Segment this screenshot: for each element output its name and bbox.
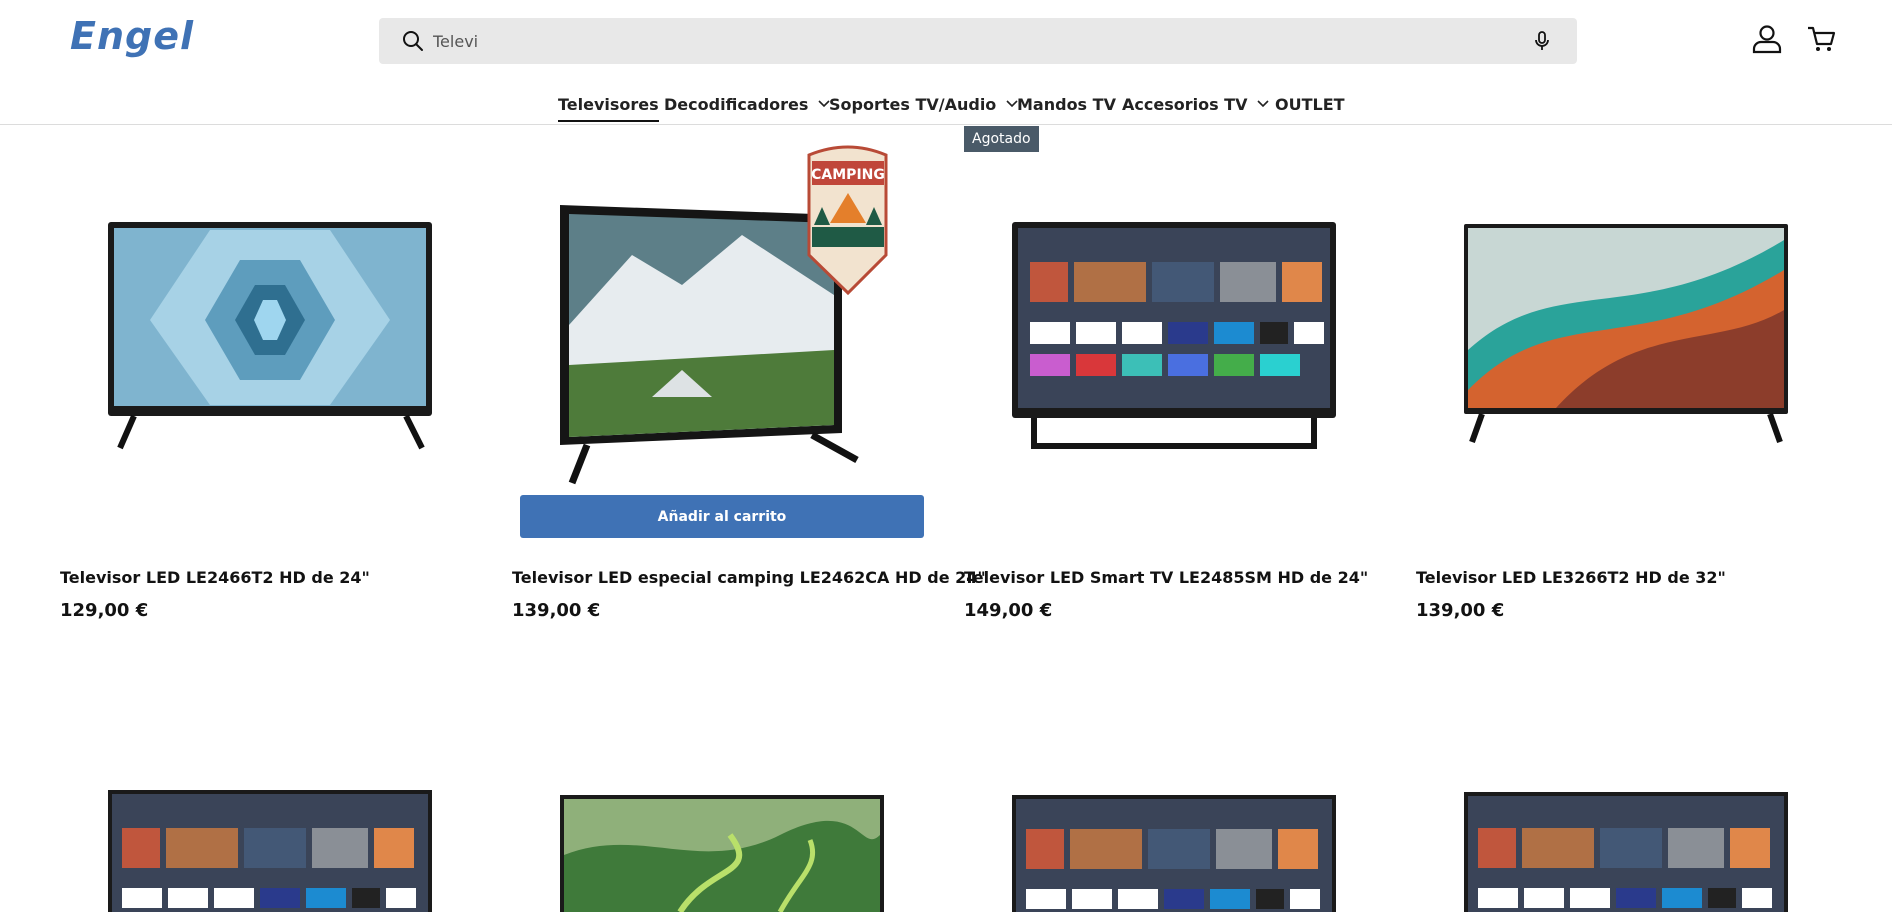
account-icon[interactable] bbox=[1750, 22, 1784, 56]
product-title[interactable]: Televisor LED LE2466T2 HD de 24" bbox=[60, 568, 370, 587]
nav-item-accesorios[interactable]: Accesorios TV bbox=[1122, 92, 1270, 122]
search-input[interactable] bbox=[433, 18, 1433, 64]
product-image[interactable] bbox=[1416, 150, 1836, 470]
product-image-row2-4[interactable] bbox=[1464, 792, 1788, 912]
nav-item-mandos[interactable]: Mandos TV bbox=[1017, 92, 1116, 122]
product-image-row2-3[interactable] bbox=[1012, 795, 1336, 912]
product-image[interactable] bbox=[60, 150, 480, 470]
svg-text:CAMPING: CAMPING bbox=[811, 167, 885, 183]
product-title[interactable]: Televisor LED Smart TV LE2485SM HD de 24… bbox=[964, 568, 1368, 587]
search-bar[interactable] bbox=[379, 18, 1577, 64]
main-nav: Televisores Decodificadores Soportes TV/… bbox=[0, 92, 1892, 122]
product-image-row2-1[interactable] bbox=[108, 790, 432, 912]
nav-item-label: Decodificadores bbox=[664, 95, 809, 114]
product-image[interactable] bbox=[964, 150, 1384, 470]
product-image-row2-2[interactable] bbox=[560, 795, 884, 912]
product-title[interactable]: Televisor LED LE3266T2 HD de 32" bbox=[1416, 568, 1726, 587]
microphone-icon[interactable] bbox=[1531, 30, 1553, 52]
nav-item-label: Televisores bbox=[558, 95, 659, 114]
nav-item-televisores[interactable]: Televisores bbox=[558, 92, 659, 122]
nav-item-label: Mandos TV bbox=[1017, 95, 1116, 114]
site-header: Engel Televisores Decodificadores Soport… bbox=[0, 0, 1892, 125]
engel-logo[interactable]: Engel bbox=[70, 14, 194, 58]
nav-item-label: Soportes TV/Audio bbox=[829, 95, 997, 114]
add-to-cart-button[interactable]: Añadir al carrito bbox=[520, 495, 924, 538]
chevron-down-icon bbox=[1257, 100, 1270, 108]
nav-item-decodificadores[interactable]: Decodificadores bbox=[664, 92, 830, 122]
product-price: 139,00 € bbox=[1416, 600, 1505, 621]
search-icon[interactable] bbox=[401, 29, 425, 53]
sold-out-badge: Agotado bbox=[964, 126, 1039, 152]
product-image[interactable]: CAMPING bbox=[512, 145, 932, 495]
product-price: 139,00 € bbox=[512, 600, 601, 621]
product-title[interactable]: Televisor LED especial camping LE2462CA … bbox=[512, 568, 986, 587]
product-price: 149,00 € bbox=[964, 600, 1053, 621]
cart-icon[interactable] bbox=[1805, 22, 1839, 56]
nav-item-label: Accesorios TV bbox=[1122, 95, 1248, 114]
nav-item-outlet[interactable]: OUTLET bbox=[1275, 92, 1345, 122]
product-price: 129,00 € bbox=[60, 600, 149, 621]
nav-item-label: OUTLET bbox=[1275, 95, 1345, 114]
nav-item-soportes[interactable]: Soportes TV/Audio bbox=[829, 92, 1018, 122]
